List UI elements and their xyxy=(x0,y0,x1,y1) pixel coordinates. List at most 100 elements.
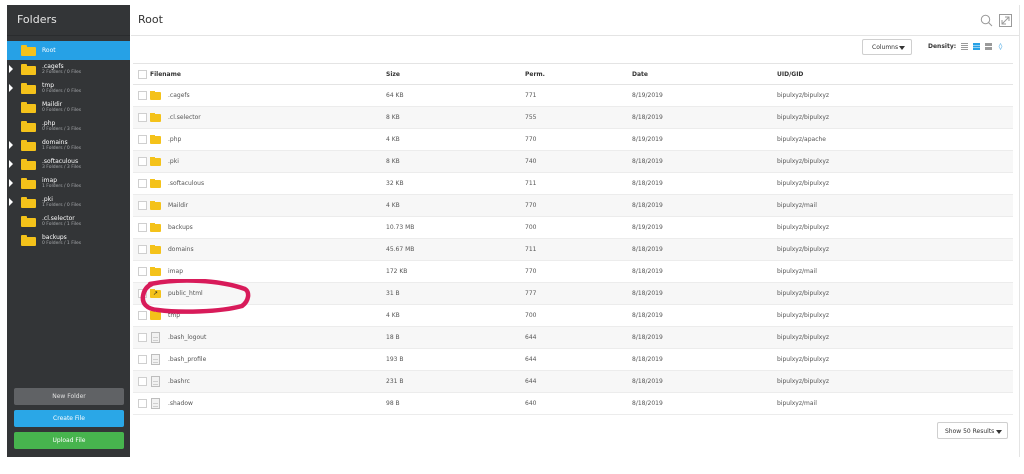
table-row[interactable]: .php 4 KB 770 8/19/2019 bipulxyz/apache xyxy=(133,128,1013,151)
file-name[interactable]: .cl.selector xyxy=(168,114,201,121)
table-row[interactable]: .shadow 98 B 640 8/18/2019 bipulxyz/mail xyxy=(133,392,1013,415)
header-perm[interactable]: Perm. xyxy=(525,63,632,85)
file-date: 8/18/2019 xyxy=(632,260,777,283)
row-checkbox[interactable] xyxy=(138,333,147,342)
table-row[interactable]: .softaculous 32 KB 711 8/18/2019 bipulxyz/bi… xyxy=(133,172,1013,195)
file-name[interactable]: .shadow xyxy=(168,400,193,407)
file-size: 4 KB xyxy=(386,194,525,217)
table-row[interactable]: .cl.selector 8 KB 755 8/18/2019 bipulxyz/bip… xyxy=(133,106,1013,129)
file-name[interactable]: public_html xyxy=(168,290,203,297)
results-per-page-dropdown[interactable]: Show 50 Results xyxy=(937,422,1008,439)
table-row[interactable]: tmp 4 KB 700 8/18/2019 bipulxyz/bipulxyz xyxy=(133,304,1013,327)
file-name[interactable]: .pki xyxy=(168,158,179,165)
row-checkbox[interactable] xyxy=(138,377,147,386)
table-row[interactable]: .bashrc 231 B 644 8/18/2019 bipulxyz/bipulxy… xyxy=(133,370,1013,393)
search-icon[interactable] xyxy=(980,12,993,31)
file-name[interactable]: .bashrc xyxy=(168,378,190,385)
row-checkbox[interactable] xyxy=(138,179,147,188)
file-name[interactable]: tmp xyxy=(168,312,180,319)
tree-item[interactable]: tmp 0 Folders / 0 Files xyxy=(7,79,130,98)
tree-item[interactable]: domains 1 Folders / 0 Files xyxy=(7,136,130,155)
file-name[interactable]: .bash_logout xyxy=(168,334,206,341)
tree-item[interactable]: Root xyxy=(7,41,130,60)
row-checkbox[interactable] xyxy=(138,245,147,254)
tree-item[interactable]: .cl.selector 0 Folders / 1 Files xyxy=(7,212,130,231)
file-name[interactable]: .bash_profile xyxy=(168,356,206,363)
table-row[interactable]: ↗ public_html 31 B 777 8/18/2019 bipulxyz/bip… xyxy=(133,282,1013,305)
caret-right-icon[interactable] xyxy=(9,179,13,187)
tree-item[interactable]: .php 0 Folders / 3 Files xyxy=(7,117,130,136)
row-checkbox[interactable] xyxy=(138,311,147,320)
row-checkbox[interactable] xyxy=(138,91,147,100)
file-date: 8/18/2019 xyxy=(632,326,777,349)
folder-icon xyxy=(150,245,161,254)
table-row[interactable]: .pki 8 KB 740 8/18/2019 bipulxyz/bipulxyz xyxy=(133,150,1013,173)
table-toolbar: Columns Density: xyxy=(131,36,1019,63)
row-checkbox[interactable] xyxy=(138,157,147,166)
file-perm: 770 xyxy=(525,260,632,283)
panel-header: Root xyxy=(131,5,1019,36)
tree-item[interactable]: Maildir 0 Folders / 0 Files xyxy=(7,98,130,117)
tree-item[interactable]: imap 1 Folders / 0 Files xyxy=(7,174,130,193)
file-date: 8/18/2019 xyxy=(632,194,777,217)
upload-file-button[interactable]: Upload File xyxy=(14,432,124,449)
file-name[interactable]: Maildir xyxy=(168,202,188,209)
table-row[interactable]: imap 172 KB 770 8/18/2019 bipulxyz/mail xyxy=(133,260,1013,283)
density-comfortable-icon[interactable] xyxy=(985,43,993,50)
file-owner: bipulxyz/apache xyxy=(777,128,1013,151)
file-icon xyxy=(151,376,160,387)
file-owner: bipulxyz/bipulxyz xyxy=(777,106,1013,129)
header-date[interactable]: Date xyxy=(632,63,777,85)
file-date: 8/18/2019 xyxy=(632,282,777,305)
header-size[interactable]: Size xyxy=(386,63,525,85)
create-file-button[interactable]: Create File xyxy=(14,410,124,427)
table-row[interactable]: .cagefs 64 KB 771 8/19/2019 bipulxyz/bipulxy… xyxy=(133,84,1013,107)
folder-icon xyxy=(150,267,161,276)
tree-item[interactable]: .softaculous 3 Folders / 3 Files xyxy=(7,155,130,174)
select-all-checkbox[interactable] xyxy=(138,69,147,79)
tree-item[interactable]: backups 0 Folders / 1 Files xyxy=(7,231,130,250)
header-filename[interactable]: Filename xyxy=(150,63,386,85)
row-checkbox[interactable] xyxy=(138,223,147,232)
row-checkbox[interactable] xyxy=(138,113,147,122)
row-checkbox[interactable] xyxy=(138,399,147,408)
folder-icon xyxy=(21,83,36,94)
tree-item-name: domains xyxy=(42,138,68,146)
row-checkbox[interactable] xyxy=(138,135,147,144)
row-checkbox[interactable] xyxy=(138,267,147,276)
table-row[interactable]: domains 45.67 MB 711 8/18/2019 bipulxyz/bipu… xyxy=(133,238,1013,261)
row-checkbox[interactable] xyxy=(138,355,147,364)
caret-right-icon[interactable] xyxy=(9,84,13,92)
table-row[interactable]: .bash_logout 18 B 644 8/18/2019 bipulxyz/bip… xyxy=(133,326,1013,349)
density-compact-icon[interactable] xyxy=(961,43,969,50)
header-uid-gid[interactable]: UID/GID xyxy=(777,63,1013,85)
file-name[interactable]: .softaculous xyxy=(168,180,204,187)
new-folder-button[interactable]: New Folder xyxy=(14,388,124,405)
table-header-row: Filename Size Perm. Date UID/GID xyxy=(133,63,1013,85)
column-settings-icon[interactable] xyxy=(997,43,1004,50)
caret-right-icon[interactable] xyxy=(9,160,13,168)
file-name[interactable]: .php xyxy=(168,136,181,143)
file-size: 8 KB xyxy=(386,106,525,129)
table-row[interactable]: Maildir 4 KB 770 8/18/2019 bipulxyz/mail xyxy=(133,194,1013,217)
density-normal-icon[interactable] xyxy=(973,43,981,50)
file-name[interactable]: domains xyxy=(168,246,194,253)
file-owner: bipulxyz/bipulxyz xyxy=(777,238,1013,261)
row-checkbox[interactable] xyxy=(138,289,147,298)
file-name[interactable]: .cagefs xyxy=(168,92,190,99)
tree-item-name: .php xyxy=(42,119,56,127)
table-row[interactable]: backups 10.73 MB 700 8/19/2019 bipulxyz/bipu… xyxy=(133,216,1013,239)
tree-item[interactable]: .pki 1 Folders / 0 Files xyxy=(7,193,130,212)
file-date: 8/18/2019 xyxy=(632,150,777,173)
expand-icon[interactable] xyxy=(999,12,1012,31)
file-name[interactable]: backups xyxy=(168,224,193,231)
caret-right-icon[interactable] xyxy=(9,198,13,206)
file-name[interactable]: imap xyxy=(168,268,183,275)
caret-right-icon[interactable] xyxy=(9,141,13,149)
row-checkbox[interactable] xyxy=(138,201,147,210)
caret-right-icon[interactable] xyxy=(9,65,13,73)
file-perm: 771 xyxy=(525,84,632,107)
tree-item[interactable]: .cagefs 2 Folders / 0 Files xyxy=(7,60,130,79)
columns-dropdown[interactable]: Columns xyxy=(862,39,912,55)
table-row[interactable]: .bash_profile 193 B 644 8/18/2019 bipulxyz/b… xyxy=(133,348,1013,371)
